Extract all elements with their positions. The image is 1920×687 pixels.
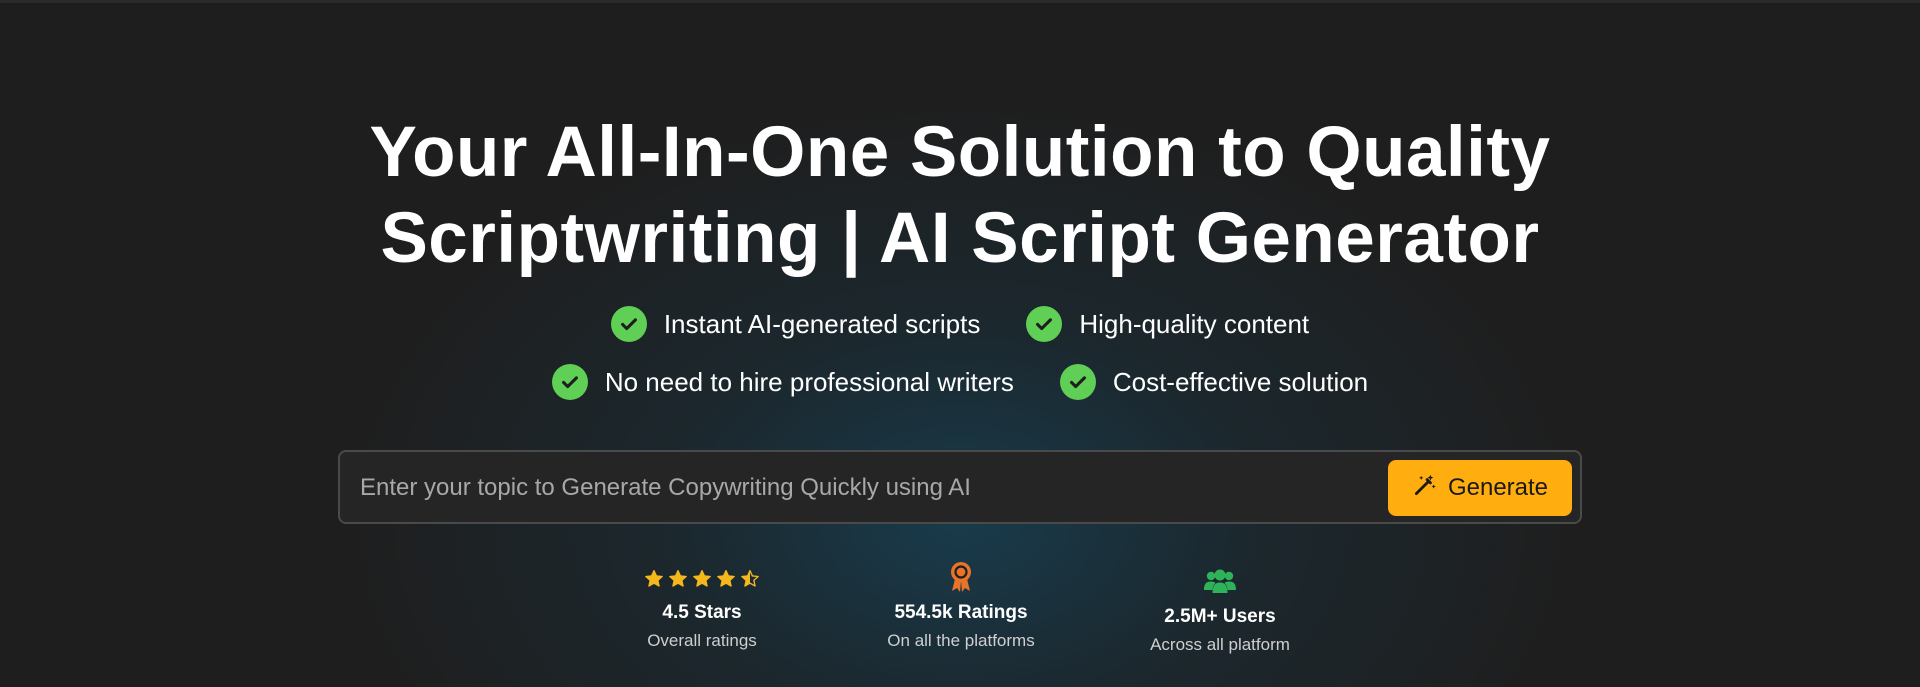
stat-value: 554.5k Ratings [894,602,1028,623]
check-circle-icon [610,306,647,342]
stat-value: 4.5 Stars [662,602,742,623]
feature-label: Instant AI-generated scripts [663,308,981,339]
top-divider [0,0,1920,3]
check-circle-icon [1059,364,1096,400]
page-title: Your All-In-One Solution to Quality Scri… [0,110,1920,282]
star-full-icon [669,570,687,587]
feature-item: High-quality content [1026,306,1309,342]
stat-rating: 4.5 Stars Overall ratings [582,563,822,652]
feature-label: Cost-effective solution [1112,366,1369,397]
generate-button[interactable]: Generate [1388,460,1572,516]
feature-label: No need to hire professional writers [604,366,1014,397]
feature-label: High-quality content [1079,308,1310,339]
feature-item: Cost-effective solution [1059,364,1369,400]
award-badge-icon [948,561,974,598]
features-row-1: Instant AI-generated scripts High-qualit… [0,306,1920,342]
star-full-icon [693,570,711,587]
users-group-icon [1203,568,1237,599]
stat-ratings-count: 554.5k Ratings On all the platforms [841,561,1081,652]
star-rating-icon [644,569,760,589]
topic-input[interactable] [358,452,1362,524]
magic-wand-icon [1412,472,1438,505]
stat-users: 2.5M+ Users Across all platform [1100,567,1340,656]
check-circle-icon [1026,306,1063,342]
stat-value: 2.5M+ Users [1164,606,1276,627]
star-full-icon [717,570,735,587]
stat-caption: Overall ratings [647,631,757,650]
star-full-icon [645,570,663,587]
feature-item: No need to hire professional writers [551,364,1014,400]
check-circle-icon [551,364,588,400]
stat-caption: Across all platform [1150,635,1290,654]
page-title-line-1: Your All-In-One Solution to Quality [369,113,1551,192]
generate-button-label: Generate [1447,474,1549,501]
feature-item: Instant AI-generated scripts [610,306,981,342]
stat-caption: On all the platforms [887,631,1035,650]
page-title-line-2: Scriptwriting | AI Script Generator [380,199,1540,278]
features-row-2: No need to hire professional writers Cos… [0,364,1920,400]
hero-section: Your All-In-One Solution to Quality Scri… [0,0,1920,687]
star-half-icon [741,570,759,587]
topic-search-bar: Generate [338,450,1582,524]
